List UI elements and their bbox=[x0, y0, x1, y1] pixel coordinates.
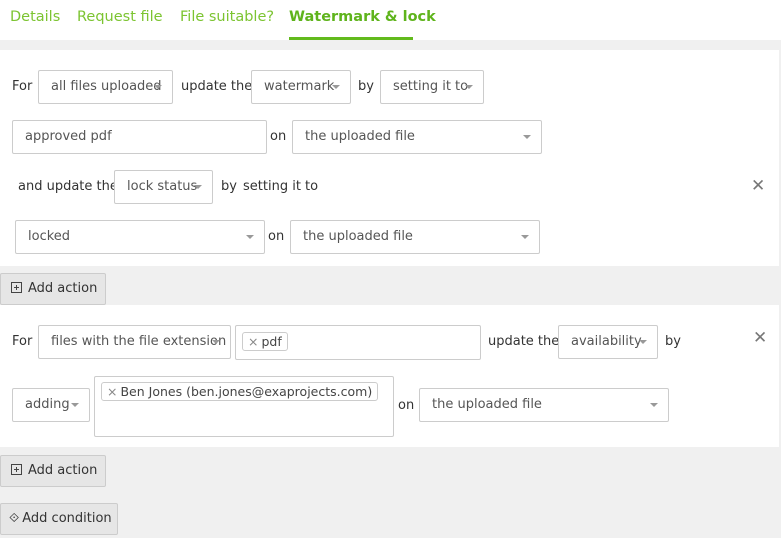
field-select[interactable]: availability bbox=[558, 325, 658, 359]
caret-down-icon bbox=[521, 235, 529, 239]
select-value: setting it to bbox=[393, 79, 469, 94]
condition-select[interactable]: all files uploaded bbox=[38, 70, 173, 104]
for-label: For bbox=[12, 79, 33, 94]
remove-tag-icon[interactable]: × bbox=[107, 384, 117, 399]
caret-down-icon bbox=[639, 340, 647, 344]
caret-down-icon bbox=[523, 135, 531, 139]
select-value: all files uploaded bbox=[51, 79, 162, 94]
diamond-arrow-icon: ⟐ bbox=[9, 511, 20, 526]
on-label: on bbox=[398, 398, 415, 413]
select-value: lock status bbox=[127, 179, 198, 194]
add-condition-button[interactable]: ⟐ Add condition bbox=[0, 503, 118, 535]
caret-down-icon bbox=[71, 403, 79, 407]
tab-watermark-lock[interactable]: Watermark & lock bbox=[289, 9, 436, 25]
plus-square-icon bbox=[11, 282, 22, 293]
select-value: the uploaded file bbox=[305, 129, 415, 144]
plus-square-icon bbox=[11, 464, 22, 475]
caret-down-icon bbox=[465, 85, 473, 89]
condition-panel-2: For files with the file extension × pdf u… bbox=[0, 305, 779, 447]
select-value: availability bbox=[571, 334, 642, 349]
tag-label: Ben Jones (ben.jones@exaprojects.com) bbox=[120, 384, 373, 399]
watermark-value-input[interactable]: approved pdf bbox=[12, 120, 267, 154]
tab-bar: Details Request file File suitable? Wate… bbox=[0, 0, 781, 40]
and-update-label: and update the bbox=[18, 179, 118, 194]
select-value: locked bbox=[28, 229, 71, 244]
tab-file-suitable[interactable]: File suitable? bbox=[180, 9, 274, 25]
user-tag: × Ben Jones (ben.jones@exaprojects.com) bbox=[101, 382, 379, 401]
condition-select[interactable]: files with the file extension bbox=[38, 325, 231, 359]
field-select[interactable]: watermark bbox=[251, 70, 351, 104]
button-label: Add action bbox=[28, 281, 98, 296]
select-value: the uploaded file bbox=[303, 229, 413, 244]
caret-down-icon bbox=[212, 340, 220, 344]
target-select[interactable]: the uploaded file bbox=[292, 120, 542, 154]
by-label: by bbox=[665, 334, 681, 349]
select-value: adding bbox=[25, 397, 70, 412]
close-icon[interactable]: ✕ bbox=[751, 178, 765, 195]
for-label: For bbox=[12, 334, 33, 349]
caret-down-icon bbox=[246, 235, 254, 239]
select-value: files with the file extension bbox=[51, 334, 227, 349]
update-label: update the bbox=[181, 79, 253, 94]
caret-down-icon bbox=[332, 85, 340, 89]
method-select[interactable]: setting it to bbox=[380, 70, 484, 104]
select-value: watermark bbox=[264, 79, 335, 94]
by-label: by bbox=[221, 179, 237, 194]
caret-down-icon bbox=[194, 185, 202, 189]
select-value: the uploaded file bbox=[432, 397, 542, 412]
on-label: on bbox=[270, 129, 287, 144]
method-label: setting it to bbox=[243, 179, 319, 194]
by-label: by bbox=[358, 79, 374, 94]
field-select-2[interactable]: lock status bbox=[114, 170, 213, 204]
update-label: update the bbox=[488, 334, 560, 349]
button-label: Add action bbox=[28, 463, 98, 478]
on-label: on bbox=[268, 229, 285, 244]
extension-tag: × pdf bbox=[242, 332, 288, 351]
tag-label: pdf bbox=[261, 334, 282, 349]
caret-down-icon bbox=[650, 403, 658, 407]
input-value: approved pdf bbox=[25, 129, 112, 144]
tab-request-file[interactable]: Request file bbox=[77, 9, 163, 25]
target-select-2[interactable]: the uploaded file bbox=[290, 220, 540, 254]
add-action-button-2[interactable]: Add action bbox=[0, 455, 106, 487]
lock-value-select[interactable]: locked bbox=[15, 220, 265, 254]
target-select[interactable]: the uploaded file bbox=[419, 388, 669, 422]
caret-down-icon bbox=[154, 85, 162, 89]
active-tab-indicator bbox=[289, 37, 413, 40]
button-label: Add condition bbox=[22, 511, 112, 526]
tab-details[interactable]: Details bbox=[10, 9, 60, 25]
add-action-button[interactable]: Add action bbox=[0, 273, 106, 305]
condition-panel-1: For all files uploaded update the waterm… bbox=[0, 50, 779, 266]
close-icon[interactable]: ✕ bbox=[753, 330, 767, 347]
remove-tag-icon[interactable]: × bbox=[248, 334, 258, 349]
method-select[interactable]: adding bbox=[12, 388, 90, 422]
